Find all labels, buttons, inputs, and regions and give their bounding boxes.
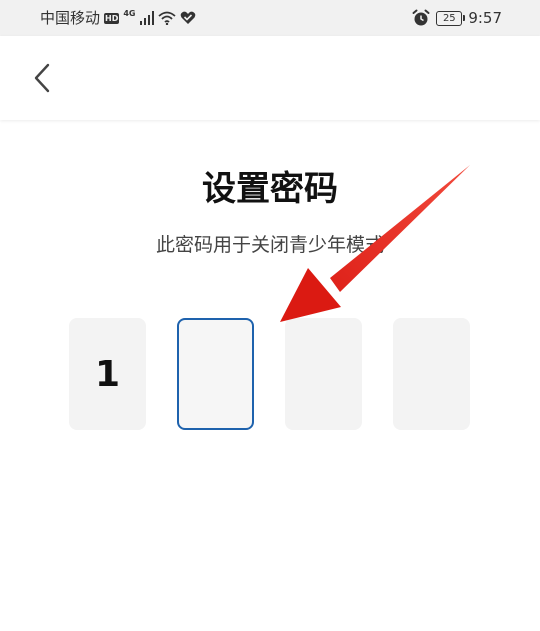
status-right: 25 9:57 — [412, 9, 502, 27]
heart-check-icon — [180, 11, 195, 24]
pin-digit-1[interactable]: 1 — [69, 318, 146, 430]
pin-digit-3[interactable] — [285, 318, 362, 430]
hd-badge: HD — [104, 12, 120, 24]
page-subtitle: 此密码用于关闭青少年模式 — [155, 234, 384, 256]
back-button[interactable] — [22, 58, 62, 98]
carrier-name: 中国移动 — [40, 9, 101, 27]
status-time: 9:57 — [468, 9, 502, 27]
wifi-icon — [157, 11, 176, 25]
signal-icon — [139, 11, 154, 25]
screen: 中国移动 HD 4G 25 9:57 设置密码 此密码用于关闭青少年模式 1 — [0, 0, 540, 631]
battery-indicator: 25 — [436, 10, 466, 26]
network-type: 4G — [123, 9, 136, 18]
chevron-left-icon — [34, 63, 50, 93]
page-title: 设置密码 — [202, 169, 338, 209]
status-left: 中国移动 HD 4G — [40, 9, 196, 27]
nav-header — [0, 36, 540, 120]
pin-digit-2[interactable] — [177, 318, 254, 430]
status-bar: 中国移动 HD 4G 25 9:57 — [0, 0, 540, 36]
pin-digit-4[interactable] — [393, 318, 470, 430]
alarm-icon — [412, 9, 430, 26]
